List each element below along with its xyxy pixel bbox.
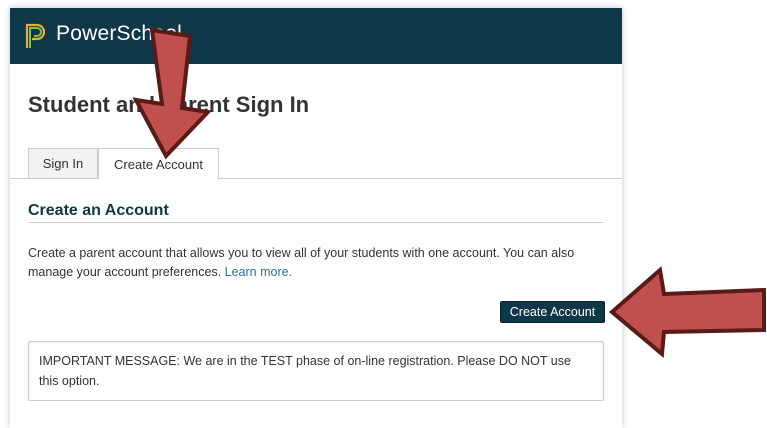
header-bar: PowerSchool (10, 8, 622, 64)
learn-more-link[interactable]: Learn more. (225, 265, 292, 279)
down-arrow-icon (132, 28, 213, 160)
account-description: Create a parent account that allows you … (28, 244, 598, 282)
create-account-button[interactable]: Create Account (500, 301, 605, 323)
sign-in-card: PowerSchool Student and Parent Sign In S… (10, 8, 622, 428)
section-title: Create an Account (28, 202, 169, 219)
description-text: Create a parent account that allows you … (28, 246, 575, 279)
tab-sign-in[interactable]: Sign In (28, 148, 98, 179)
powerschool-logo-icon (25, 23, 46, 48)
section-divider (28, 222, 604, 223)
important-message-box: IMPORTANT MESSAGE: We are in the TEST ph… (28, 341, 604, 401)
left-arrow-icon (608, 266, 766, 358)
